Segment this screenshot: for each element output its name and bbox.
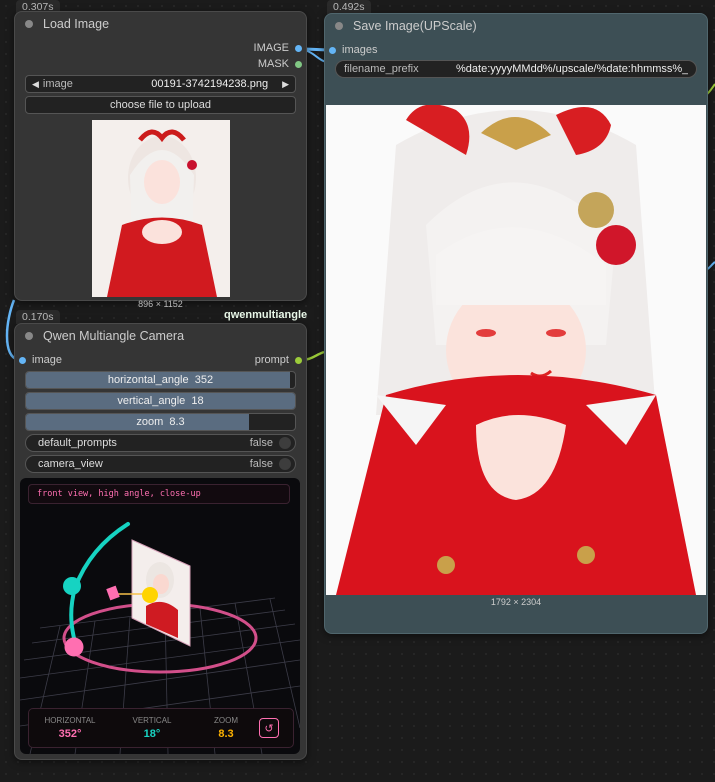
horizontal-handle-icon[interactable] [64, 637, 84, 657]
input-images-row[interactable]: images [325, 42, 707, 58]
image-input-port[interactable] [19, 356, 26, 364]
output-mask-row[interactable]: MASK [15, 56, 306, 72]
collapse-dot-icon[interactable] [25, 20, 33, 28]
output-artwork [336, 105, 696, 595]
output-prompt-label: prompt [254, 354, 289, 366]
horizontal-angle-label: horizontal_angle [107, 374, 189, 386]
image-preview [91, 120, 230, 297]
filename-prefix-value: %date:yyyyMMdd%/upscale/%date:hhmmss%_ [456, 63, 688, 75]
load-image-node[interactable]: Load Image IMAGE MASK ◀ image 00191-3742… [14, 11, 307, 309]
save-image-timing: 0.492s [327, 0, 371, 14]
collapse-dot-icon[interactable] [25, 332, 33, 340]
image-combo-label: image [42, 78, 73, 90]
default-prompts-value: false [249, 437, 273, 449]
zoom-value: 8.3 [169, 416, 185, 428]
arrow-left-icon[interactable]: ◀ [32, 79, 39, 90]
save-image-node[interactable]: Save Image(UPScale) images filename_pref… [324, 13, 708, 634]
qwen-title: Qwen Multiangle Camera [43, 329, 185, 343]
default-prompts-label: default_prompts [38, 437, 117, 449]
load-image-title-bar[interactable]: Load Image [15, 12, 306, 36]
camera-viewport[interactable]: front view, high angle, close-up HORIZON… [20, 478, 300, 754]
camera-view-toggle[interactable]: camera_view false [25, 455, 296, 473]
vertical-angle-value: 18 [191, 395, 204, 407]
image-combo[interactable]: ◀ image 00191-3742194238.png ▶ [25, 75, 296, 93]
zoom-readout-label: ZOOM [214, 716, 238, 725]
zoom-slider[interactable]: zoom 8.3 [25, 413, 296, 431]
upload-button[interactable]: choose file to upload [25, 96, 296, 114]
horizontal-angle-value: 352 [194, 374, 214, 386]
vertical-readout-value: 18° [143, 728, 161, 740]
camera-icon[interactable] [106, 585, 120, 601]
filename-prefix-label: filename_prefix [344, 63, 419, 75]
input-image-label: image [32, 354, 62, 366]
save-image-title-bar[interactable]: Save Image(UPScale) [325, 14, 707, 38]
qwen-io-row: image prompt [15, 352, 306, 368]
qwen-title-bar[interactable]: Qwen Multiangle Camera [15, 324, 306, 348]
output-image-label: IMAGE [253, 42, 289, 54]
vertical-angle-slider[interactable]: vertical_angle 18 [25, 392, 296, 410]
prompt-output-port[interactable] [295, 356, 302, 364]
horizontal-readout-label: HORIZONTAL [44, 716, 96, 725]
collapse-dot-icon[interactable] [335, 22, 343, 30]
qwen-badge: qwenmultiangle [224, 309, 308, 321]
camera-view-value: false [249, 458, 273, 470]
preview-artwork [106, 129, 217, 297]
output-image-row[interactable]: IMAGE [15, 40, 306, 56]
images-input-port[interactable] [329, 46, 336, 54]
toggle-knob-icon [279, 458, 291, 470]
save-image-title: Save Image(UPScale) [353, 19, 477, 33]
zoom-label: zoom [136, 416, 164, 428]
qwen-timing: 0.170s [16, 310, 60, 324]
zoom-handle-icon[interactable] [142, 587, 158, 603]
output-image-preview [326, 105, 706, 595]
input-images-label: images [342, 44, 378, 56]
arrow-right-icon[interactable]: ▶ [282, 79, 289, 90]
output-mask-label: MASK [257, 58, 289, 70]
upload-button-label: choose file to upload [110, 99, 211, 111]
qwen-camera-node[interactable]: Qwen Multiangle Camera image prompt hori… [14, 323, 307, 760]
vertical-handle-icon[interactable] [63, 577, 81, 595]
toggle-knob-icon [279, 437, 291, 449]
camera-view-label: camera_view [38, 458, 103, 470]
reset-button[interactable]: ↺ [259, 718, 279, 738]
mask-output-port[interactable] [295, 60, 302, 68]
image-output-port[interactable] [295, 44, 302, 52]
vertical-readout-label: VERTICAL [132, 716, 172, 725]
vertical-angle-label: vertical_angle [117, 395, 186, 407]
default-prompts-toggle[interactable]: default_prompts false [25, 434, 296, 452]
reset-icon: ↺ [264, 722, 274, 735]
image-dims: 896 × 1152 [138, 299, 183, 309]
horizontal-angle-slider[interactable]: horizontal_angle 352 [25, 371, 296, 389]
filename-prefix-field[interactable]: filename_prefix %date:yyyyMMdd%/upscale/… [335, 60, 697, 78]
horizontal-readout-value: 352° [58, 728, 82, 740]
camera-readout: HORIZONTAL 352° VERTICAL 18° ZOOM 8.3 ↺ [28, 708, 294, 748]
image-combo-value: 00191-3742194238.png [151, 78, 269, 90]
zoom-readout-value: 8.3 [218, 728, 234, 740]
output-image-dims: 1792 × 2304 [490, 597, 542, 607]
load-image-title: Load Image [43, 17, 110, 31]
